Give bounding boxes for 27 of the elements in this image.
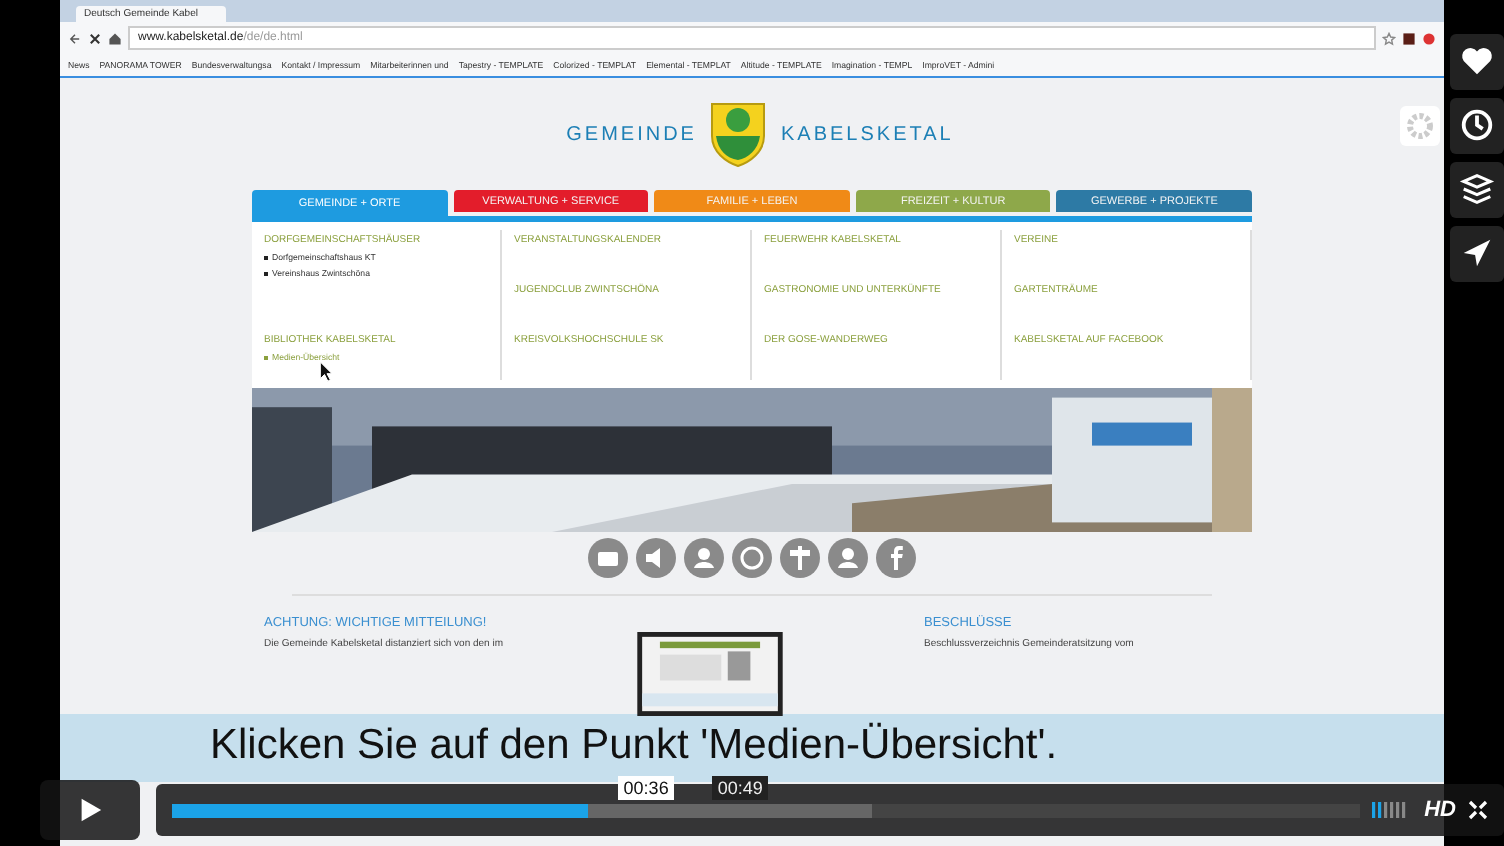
home-icon[interactable] xyxy=(108,31,122,45)
facebook-icon[interactable] xyxy=(876,538,916,578)
play-button[interactable] xyxy=(40,780,140,840)
fullscreen-icon[interactable] xyxy=(1468,800,1488,820)
person-icon[interactable] xyxy=(684,538,724,578)
share-button[interactable] xyxy=(1450,226,1504,282)
progress-bar[interactable] xyxy=(171,803,1361,817)
clock-icon xyxy=(1458,106,1496,144)
stop-icon[interactable] xyxy=(1422,31,1436,45)
hover-time: 00:49 xyxy=(711,776,769,800)
collections-button[interactable] xyxy=(1450,162,1504,218)
heart-icon xyxy=(1458,42,1496,80)
hd-toggle[interactable]: HD xyxy=(1424,798,1456,822)
person-icon[interactable] xyxy=(828,538,868,578)
watch-later-button[interactable] xyxy=(1450,98,1504,154)
layers-icon xyxy=(1458,170,1496,208)
speaker-icon[interactable] xyxy=(636,538,676,578)
back-arrow-icon[interactable] xyxy=(68,31,82,45)
like-button[interactable] xyxy=(1450,34,1504,90)
mouse-cursor-icon xyxy=(320,362,334,382)
star-icon[interactable] xyxy=(1382,31,1396,45)
close-icon[interactable] xyxy=(88,31,102,45)
site-title: KABELSKETAL xyxy=(780,123,954,145)
current-time: 00:36 xyxy=(617,776,675,800)
subtitle-caption: Klicken Sie auf den Punkt 'Medien-Übersicht'. xyxy=(210,722,1058,770)
extension-icon[interactable] xyxy=(1402,31,1416,45)
site-title: GEMEINDE xyxy=(566,123,697,145)
